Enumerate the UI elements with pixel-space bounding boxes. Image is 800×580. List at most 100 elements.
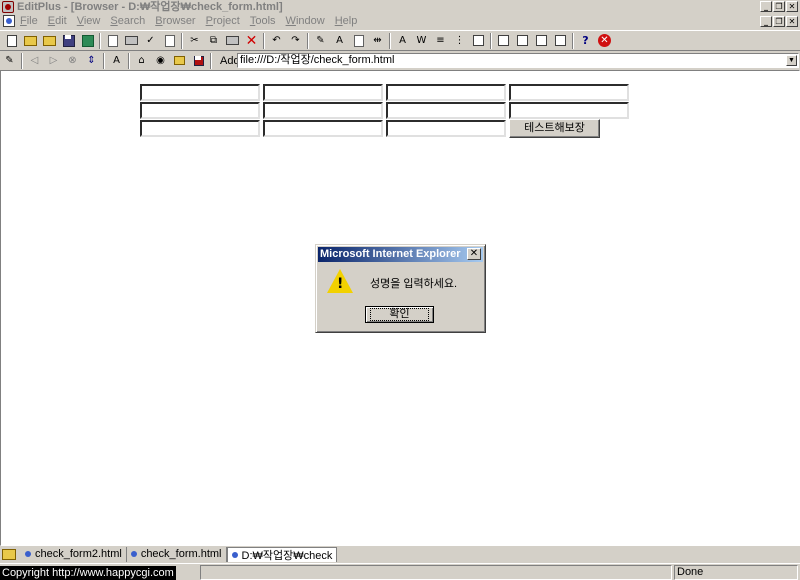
save-all-icon[interactable]: [78, 32, 97, 49]
toolbar-separator: [181, 32, 183, 49]
form-text-input[interactable]: [509, 84, 629, 101]
editplus-app-icon[interactable]: [2, 1, 14, 13]
forward-icon[interactable]: ▷: [44, 53, 63, 68]
replace-icon[interactable]: A: [330, 32, 349, 49]
dialog-message: 성명을 입력하세요.: [370, 278, 458, 290]
toolbar-separator: [490, 32, 492, 49]
form-text-input[interactable]: [140, 84, 260, 101]
menu-edit[interactable]: Edit: [48, 14, 67, 29]
ruler-icon[interactable]: ≡: [431, 32, 450, 49]
dialog-title-bar: Microsoft Internet Explorer ✕: [318, 247, 483, 262]
toolbar-separator: [103, 52, 105, 69]
toolbar-separator: [210, 52, 212, 69]
tab-label: D:₩작업장₩check: [241, 549, 333, 562]
browser-file-icon: [231, 551, 238, 558]
dialog-title: Microsoft Internet Explorer: [320, 248, 461, 260]
form-text-input[interactable]: [140, 102, 260, 119]
form-text-input[interactable]: [263, 120, 383, 137]
word-wrap-icon[interactable]: W: [412, 32, 431, 49]
minimize-window-button[interactable]: _: [760, 1, 772, 12]
cut-icon[interactable]: ✂: [185, 32, 204, 49]
status-text: Done: [677, 566, 704, 578]
main-toolbar: ✓ ✂ ⧉ ✕ ↶ ↷ ✎ A ⇹ A W ≡ ⋮ ? ✕: [0, 30, 800, 51]
paste-icon[interactable]: [223, 32, 242, 49]
history-icon[interactable]: [189, 53, 208, 68]
window-caption-buttons: _ ❐ ✕: [759, 1, 798, 12]
menu-project[interactable]: Project: [206, 14, 240, 29]
form-text-input[interactable]: [263, 102, 383, 119]
spellcheck-icon[interactable]: ✓: [141, 32, 160, 49]
new-file-icon[interactable]: [2, 32, 21, 49]
refresh-icon[interactable]: ⇕: [82, 53, 101, 68]
open-remote-icon[interactable]: [40, 32, 59, 49]
home-icon[interactable]: ⌂: [132, 53, 151, 68]
font-size-icon[interactable]: A: [107, 53, 126, 68]
save-icon[interactable]: [59, 32, 78, 49]
toolbar-separator: [572, 32, 574, 49]
split-icon[interactable]: ⇹: [368, 32, 387, 49]
minimize-document-button[interactable]: _: [760, 16, 772, 27]
favorites-icon[interactable]: [170, 53, 189, 68]
print-icon[interactable]: [122, 32, 141, 49]
document-icon[interactable]: [3, 15, 15, 27]
address-input[interactable]: file:///D:/작업장/check_form.html ▼: [237, 53, 799, 68]
stop-browser-icon[interactable]: ⊗: [63, 53, 82, 68]
print-preview-icon[interactable]: [103, 32, 122, 49]
view-icon-3[interactable]: [532, 32, 551, 49]
close-window-button[interactable]: ✕: [786, 1, 798, 12]
back-icon[interactable]: ◁: [25, 53, 44, 68]
stop-icon[interactable]: ✕: [595, 32, 614, 49]
form-text-input[interactable]: [140, 120, 260, 137]
tab-label: check_form.html: [140, 548, 222, 560]
menu-view[interactable]: View: [77, 14, 101, 29]
font-icon[interactable]: A: [393, 32, 412, 49]
menu-tools[interactable]: Tools: [250, 14, 276, 29]
toolbar-separator: [263, 32, 265, 49]
copy-icon[interactable]: ⧉: [204, 32, 223, 49]
pencil-edit-icon[interactable]: ✎: [0, 53, 19, 68]
view-icon-1[interactable]: [494, 32, 513, 49]
form-text-input[interactable]: [263, 84, 383, 101]
menu-file[interactable]: File: [20, 14, 38, 29]
find-icon[interactable]: ✎: [311, 32, 330, 49]
toolbar-separator: [389, 32, 391, 49]
test-submit-button[interactable]: 테스트해보장: [509, 119, 600, 138]
tab-check-form2[interactable]: check_form2.html: [21, 546, 127, 562]
context-help-icon[interactable]: ?: [576, 32, 595, 49]
undo-icon[interactable]: ↶: [267, 32, 286, 49]
status-panel-main: [200, 565, 672, 580]
tab-check-form[interactable]: check_form.html: [127, 546, 227, 562]
menu-window[interactable]: Window: [286, 14, 325, 29]
line-number-icon[interactable]: ⋮: [450, 32, 469, 49]
form-text-input[interactable]: [386, 102, 506, 119]
dialog-close-button[interactable]: ✕: [467, 248, 481, 260]
menu-help[interactable]: Help: [335, 14, 358, 29]
document-caption-buttons: _ ❐ ✕: [759, 16, 798, 27]
menu-bar: File Edit View Search Browser Project To…: [0, 14, 800, 29]
search-web-icon[interactable]: ◉: [151, 53, 170, 68]
delete-icon[interactable]: ✕: [242, 32, 261, 49]
restore-document-button[interactable]: ❐: [773, 16, 785, 27]
tab-browser-preview[interactable]: D:₩작업장₩check: [226, 546, 338, 562]
html-file-icon: [130, 551, 137, 557]
cliptext-icon[interactable]: [469, 32, 488, 49]
directory-folder-icon[interactable]: [2, 548, 16, 560]
form-text-input[interactable]: [509, 102, 629, 119]
dialog-ok-button[interactable]: 확인: [365, 306, 434, 323]
form-text-input[interactable]: [386, 120, 506, 137]
status-panel-state: Done: [674, 565, 798, 580]
document-icon-button[interactable]: [160, 32, 179, 49]
address-dropdown-button[interactable]: ▼: [786, 55, 797, 66]
close-document-button[interactable]: ✕: [786, 16, 798, 27]
redo-icon[interactable]: ↷: [286, 32, 305, 49]
toolbar-separator: [307, 32, 309, 49]
open-folder-icon[interactable]: [21, 32, 40, 49]
address-value: file:///D:/작업장/check_form.html: [240, 54, 395, 66]
goto-icon[interactable]: [349, 32, 368, 49]
menu-browser[interactable]: Browser: [155, 14, 195, 29]
view-icon-4[interactable]: [551, 32, 570, 49]
menu-search[interactable]: Search: [110, 14, 145, 29]
restore-window-button[interactable]: ❐: [773, 1, 785, 12]
view-icon-2[interactable]: [513, 32, 532, 49]
form-text-input[interactable]: [386, 84, 506, 101]
